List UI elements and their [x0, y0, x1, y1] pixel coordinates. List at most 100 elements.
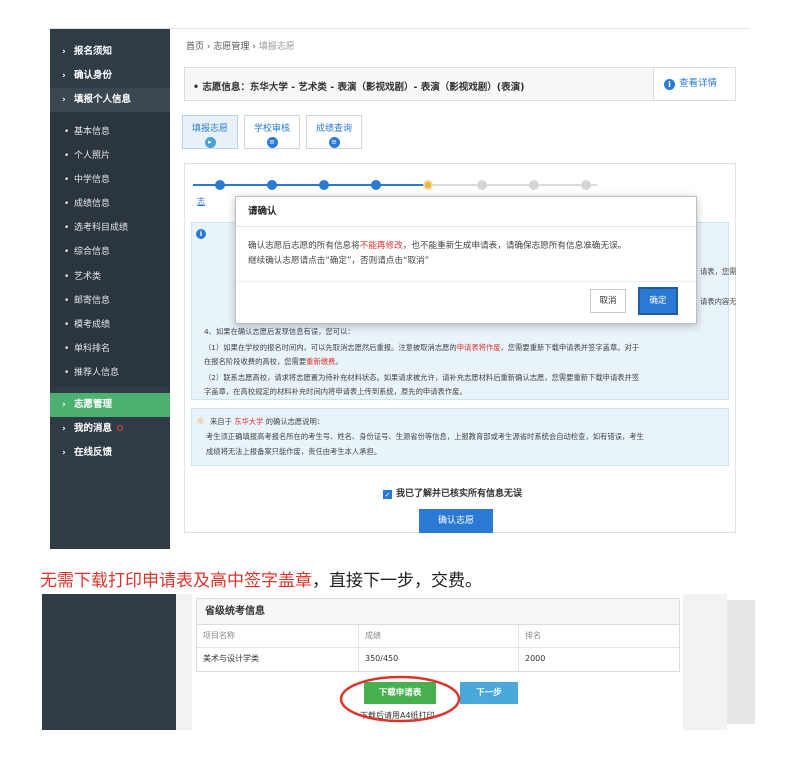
- sidebar-item-application-management[interactable]: › 志愿管理: [50, 393, 170, 418]
- list-icon: ≡: [328, 137, 340, 148]
- bullet-icon: •: [64, 319, 70, 330]
- confirm-checkbox-row[interactable]: ✓ 我已了解并已核实所有信息无误: [383, 486, 522, 499]
- sidebar-top-padding: [50, 29, 170, 40]
- table-cell: 2000: [525, 654, 546, 663]
- sidebar-item-my-messages[interactable]: › 我的消息: [50, 417, 170, 441]
- breadcrumb-separator: ›: [249, 42, 259, 52]
- step-dot: [529, 180, 539, 190]
- notice-line: 字盖章，在高校规定的材料补充时间内将申请表上传到系统，原先的申请表作废。: [204, 387, 467, 396]
- school-note-panel: ☼ 来自于 东华大学 的确认志愿说明： 考生须正确填报高考报名所在的考生号、姓名…: [191, 408, 729, 466]
- next-step-button[interactable]: 下一步: [460, 682, 518, 704]
- chevron-right-icon: ›: [62, 47, 66, 57]
- chevron-right-icon: ›: [62, 424, 66, 435]
- notice-line: 4、如果在确认志愿后发现信息有误，您可以：: [204, 327, 355, 336]
- bullet-icon: •: [64, 151, 70, 162]
- view-details-link[interactable]: i 查看详情: [653, 68, 735, 100]
- tab-school-review[interactable]: 学校审核 ≡: [244, 115, 300, 149]
- school-name: 东华大学: [234, 417, 264, 426]
- view-details-label: 查看详情: [679, 78, 718, 89]
- list-icon: ≡: [266, 137, 278, 148]
- highlight-ellipse: [339, 675, 461, 723]
- sidebar-subitem-school-info[interactable]: • 中学信息: [50, 168, 170, 192]
- sidebar-subitem-label: 推荐人信息: [74, 367, 120, 378]
- steps-panel: 志 i 请表，您需 请表内容无 4、如果在确认志愿后发现信息有误，您可以： （1…: [184, 163, 736, 533]
- sidebar-subitem-label: 邮寄信息: [74, 295, 111, 306]
- sidebar-subitem-recommender[interactable]: • 推荐人信息: [50, 361, 170, 385]
- breadcrumb-separator: ›: [204, 42, 214, 52]
- bullet-icon: •: [64, 247, 70, 258]
- sidebar-item-confirm-identity[interactable]: › 确认身份: [50, 64, 170, 88]
- sidebar-subitem-general-info[interactable]: • 综合信息: [50, 240, 170, 264]
- dialog-warning: 不能再修改: [359, 241, 403, 251]
- breadcrumb: 首页 › 志愿管理 › 填报志愿: [186, 39, 295, 52]
- sidebar-subitem-basic-info[interactable]: • 基本信息: [50, 120, 170, 144]
- bullet-icon: •: [64, 271, 70, 282]
- column-header: 排名: [525, 631, 541, 640]
- notice-line: 在报名阶段收费的高校，您需要重新缴费。: [204, 357, 343, 367]
- sidebar-subitem-arts[interactable]: • 艺术类: [50, 265, 170, 289]
- step-dot-current: [423, 180, 433, 190]
- sidebar-item-label: 我的消息: [74, 423, 113, 435]
- progress-line-done: [193, 184, 431, 186]
- sidebar-subitem-subject-rank[interactable]: • 单科排名: [50, 337, 170, 361]
- tab-score-query[interactable]: 成绩查询 ≡: [306, 115, 362, 149]
- sidebar: › 报名须知 › 确认身份 › 填报个人信息 • 基本信息 • 个人照片 • 中学信息 • 成…: [50, 29, 170, 549]
- sidebar-subitem-photo[interactable]: • 个人照片: [50, 144, 170, 168]
- checkbox-label: 我已了解并已核实所有信息无误: [396, 489, 523, 499]
- sidebar-subitem-label: 个人照片: [74, 151, 111, 162]
- tab-fill-application[interactable]: 填报志愿 ▸: [182, 115, 238, 149]
- sidebar-item-label: 填报个人信息: [74, 94, 132, 105]
- dialog-message-line: 继续确认志愿请点击“确定”，否则请点击“取消”: [248, 256, 430, 266]
- table-row: 美术与设计学类 350/450 2000: [197, 648, 679, 671]
- chevron-right-icon: ›: [62, 71, 66, 81]
- school-note-suffix: 的确认志愿说明：: [265, 417, 325, 426]
- bullet-icon: •: [64, 223, 70, 234]
- ok-button[interactable]: 确定: [638, 287, 678, 315]
- breadcrumb-home[interactable]: 首页: [186, 42, 204, 52]
- sidebar: [42, 594, 176, 730]
- step-dot: [319, 180, 329, 190]
- sidebar-item-label: 报名须知: [74, 46, 113, 57]
- page-gutter: [683, 594, 727, 730]
- chevron-right-icon: ›: [62, 448, 66, 459]
- notice-warning: 重新缴费: [306, 357, 336, 366]
- sidebar-item-online-feedback[interactable]: › 在线反馈: [50, 441, 170, 465]
- breadcrumb-section[interactable]: 志愿管理: [213, 42, 249, 52]
- school-note-heading: 来自于 东华大学 的确认志愿说明：: [210, 417, 324, 427]
- sidebar-item-personal-info[interactable]: › 填报个人信息: [50, 88, 170, 112]
- payment-step-screenshot: 省级统考信息 项目名称 成绩 排名 美术与设计学类 350/450 2000 下…: [42, 594, 755, 730]
- notice-text: 在报名阶段收费的高校，您需要: [204, 357, 307, 366]
- info-icon: i: [664, 79, 675, 90]
- sidebar-item-label: 志愿管理: [74, 399, 113, 411]
- notice-text: （1）如果在学校的报名时间内，可以先取消志愿然后重报。注意被取消志愿的: [204, 343, 457, 352]
- cancel-button[interactable]: 取消: [590, 289, 626, 313]
- sidebar-subitem-elective-scores[interactable]: • 选考科目成绩: [50, 216, 170, 240]
- bullet-icon: •: [64, 343, 70, 354]
- caption-highlight: 无需下载打印申请表及高中签字盖章: [40, 571, 312, 591]
- chevron-right-icon: ›: [62, 400, 66, 411]
- main-content: 首页 › 志愿管理 › 填报志愿 • 志愿信息：东华大学 - 艺术类 - 表演（…: [170, 29, 750, 549]
- breadcrumb-current: 填报志愿: [258, 42, 295, 52]
- step-dot: [267, 180, 277, 190]
- dialog-text: ，也不能重新生成申请表，请确保志愿所有信息准确无误。: [402, 241, 627, 251]
- caption: 无需下载打印申请表及高中签字盖章，直接下一步，交费。: [40, 566, 482, 591]
- unread-indicator-icon: [117, 425, 124, 432]
- sidebar-subitem-label: 选考科目成绩: [74, 223, 129, 234]
- school-note-line: 考生须正确填报高考报名所在的考生号、姓名、身份证号、生源省份等信息，上报教育部或…: [206, 432, 644, 441]
- provincial-exam-table: 省级统考信息 项目名称 成绩 排名 美术与设计学类 350/450 2000: [196, 598, 680, 672]
- sidebar-item-registration-notice[interactable]: › 报名须知: [50, 40, 170, 64]
- step-label: 志: [197, 197, 205, 206]
- tab-label: 成绩查询: [315, 124, 352, 134]
- sidebar-item-label: 确认身份: [74, 70, 113, 81]
- play-icon: ▸: [204, 137, 216, 148]
- confirm-application-button[interactable]: 确认志愿: [419, 509, 493, 533]
- checkbox-checked-icon[interactable]: ✓: [383, 490, 392, 499]
- notice-line: （2）联系志愿高校，请求将志愿置为待补充材料状态。如果请求被允许，请补充志愿材料…: [204, 373, 640, 382]
- sidebar-subitem-scores[interactable]: • 成绩信息: [50, 192, 170, 216]
- table-cell: 350/450: [359, 648, 519, 671]
- sidebar-subitem-mailing[interactable]: • 邮寄信息: [50, 289, 170, 313]
- sidebar-subitem-mock-scores[interactable]: • 模考成绩: [50, 313, 170, 337]
- notice-text: 。: [335, 357, 343, 366]
- sidebar-subitem-label: 中学信息: [74, 175, 111, 186]
- registration-screenshot: › 报名须知 › 确认身份 › 填报个人信息 • 基本信息 • 个人照片 • 中学信息 • 成…: [50, 28, 750, 549]
